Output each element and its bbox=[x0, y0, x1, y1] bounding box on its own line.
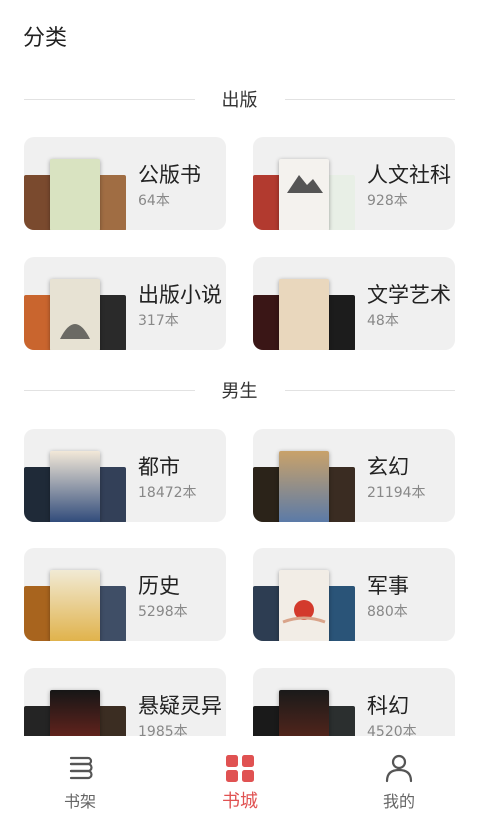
category-label: 悬疑灵异 bbox=[138, 694, 222, 718]
section-header-male: 男生 bbox=[24, 378, 455, 402]
tab-label: 我的 bbox=[382, 792, 415, 811]
category-count: 880本 bbox=[367, 604, 408, 620]
book-cover bbox=[325, 175, 355, 230]
category-label: 出版小说 bbox=[138, 283, 222, 307]
tab-profile[interactable]: 我的 bbox=[319, 736, 479, 817]
book-covers bbox=[253, 690, 355, 736]
book-cover bbox=[279, 451, 329, 522]
page-title: 分类 bbox=[23, 26, 68, 51]
book-cover bbox=[50, 279, 100, 350]
book-cover bbox=[325, 586, 355, 641]
category-label: 公版书 bbox=[138, 163, 201, 187]
book-cover bbox=[279, 279, 329, 350]
category-card-history[interactable]: 历史 5298本 bbox=[24, 548, 226, 641]
category-card-literature-art[interactable]: 文学艺术 48本 bbox=[253, 257, 455, 350]
tab-bookstore[interactable]: 书城 bbox=[160, 736, 320, 817]
book-cover bbox=[279, 570, 329, 641]
category-label: 玄幻 bbox=[367, 455, 409, 479]
book-covers bbox=[24, 451, 126, 522]
category-card-public-domain[interactable]: 公版书 64本 bbox=[24, 137, 226, 230]
book-covers bbox=[24, 279, 126, 350]
category-count: 4520本 bbox=[367, 724, 417, 736]
book-covers bbox=[24, 159, 126, 230]
category-count: 18472本 bbox=[138, 485, 197, 501]
book-cover bbox=[325, 295, 355, 350]
category-count: 1985本 bbox=[138, 724, 188, 736]
category-card-fantasy[interactable]: 玄幻 21194本 bbox=[253, 429, 455, 522]
bookshelf-icon bbox=[69, 756, 93, 780]
category-count: 5298本 bbox=[138, 604, 188, 620]
book-cover bbox=[50, 690, 100, 736]
book-cover bbox=[96, 467, 126, 522]
book-cover bbox=[96, 706, 126, 736]
category-card-urban[interactable]: 都市 18472本 bbox=[24, 429, 226, 522]
section-title: 出版 bbox=[221, 90, 258, 111]
divider bbox=[284, 98, 455, 100]
sun-illustration bbox=[282, 600, 326, 624]
category-label: 历史 bbox=[138, 574, 180, 598]
book-covers bbox=[253, 279, 355, 350]
category-label: 人文社科 bbox=[367, 163, 451, 187]
book-cover bbox=[325, 467, 355, 522]
tab-label: 书城 bbox=[222, 791, 258, 812]
category-count: 928本 bbox=[367, 193, 408, 209]
category-count: 48本 bbox=[367, 313, 399, 329]
category-card-humanities[interactable]: 人文社科 928本 bbox=[253, 137, 455, 230]
book-cover bbox=[279, 159, 329, 230]
category-label: 都市 bbox=[138, 455, 180, 479]
category-card-suspense[interactable]: 悬疑灵异 1985本 bbox=[24, 668, 226, 736]
divider bbox=[284, 389, 455, 391]
bookstore-grid-icon bbox=[226, 755, 254, 782]
mountain-illustration bbox=[287, 175, 323, 193]
book-cover bbox=[96, 586, 126, 641]
category-label: 军事 bbox=[367, 574, 409, 598]
book-cover bbox=[96, 295, 126, 350]
bottom-tab-bar: 书架 书城 我的 bbox=[0, 736, 479, 817]
book-covers bbox=[253, 451, 355, 522]
figure-illustration bbox=[60, 324, 90, 339]
category-card-scifi[interactable]: 科幻 4520本 bbox=[253, 668, 455, 736]
book-cover bbox=[325, 706, 355, 736]
category-label: 科幻 bbox=[367, 694, 409, 718]
tab-bookshelf[interactable]: 书架 bbox=[0, 736, 160, 817]
category-count: 317本 bbox=[138, 313, 179, 329]
divider bbox=[24, 98, 195, 100]
book-cover bbox=[50, 451, 100, 522]
profile-icon bbox=[385, 754, 413, 783]
category-list[interactable]: 出版 公版书 64本 人文社科 928本 出版小说 317本 文学艺术 48本 … bbox=[0, 70, 479, 736]
book-cover bbox=[50, 159, 100, 230]
book-covers bbox=[24, 690, 126, 736]
book-covers bbox=[253, 570, 355, 641]
book-covers bbox=[253, 159, 355, 230]
book-covers bbox=[24, 570, 126, 641]
book-cover bbox=[279, 690, 329, 736]
category-count: 21194本 bbox=[367, 485, 426, 501]
tab-label: 书架 bbox=[63, 792, 96, 811]
section-header-publishing: 出版 bbox=[24, 87, 455, 111]
category-count: 64本 bbox=[138, 193, 170, 209]
book-cover bbox=[96, 175, 126, 230]
category-card-military[interactable]: 军事 880本 bbox=[253, 548, 455, 641]
section-title: 男生 bbox=[221, 381, 258, 402]
category-card-published-novels[interactable]: 出版小说 317本 bbox=[24, 257, 226, 350]
book-cover bbox=[50, 570, 100, 641]
divider bbox=[24, 389, 195, 391]
category-label: 文学艺术 bbox=[367, 283, 451, 307]
